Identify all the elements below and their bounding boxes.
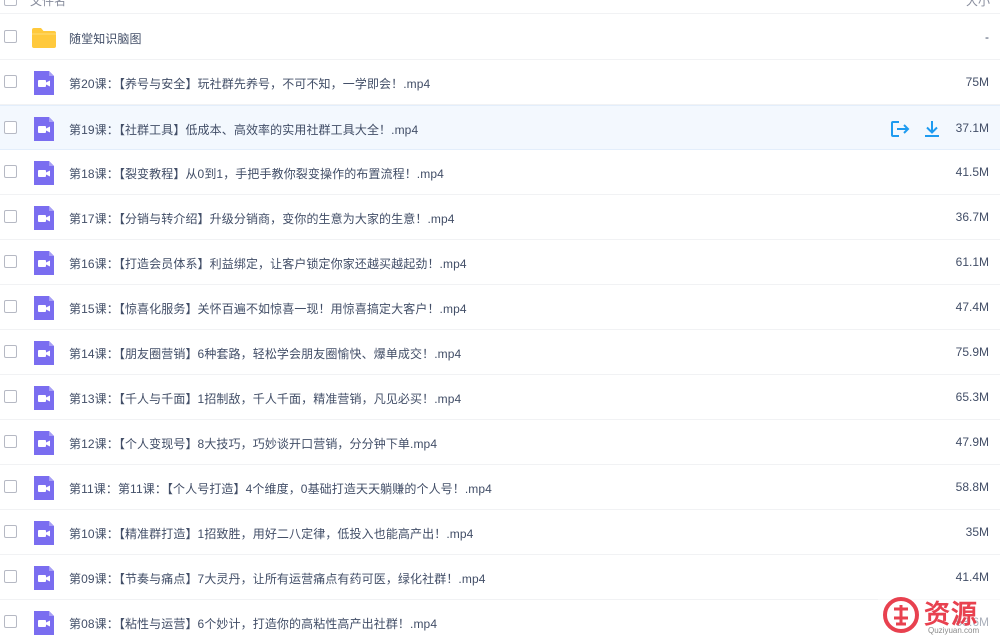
list-header: 文件名 大小: [0, 0, 1000, 14]
file-name[interactable]: 第16课：【打造会员体系】利益绑定，让客户锁定你家还越买越起劲！.mp4: [69, 255, 467, 272]
file-name[interactable]: 第15课：【惊喜化服务】关怀百遍不如惊喜一现！用惊喜搞定大客户！.mp4: [69, 300, 467, 317]
file-size: 65.3M: [955, 390, 989, 404]
video-file-icon: [34, 566, 54, 590]
file-list: 文件名 大小 随堂知识脑图 - 第20课：【养号与安全】玩社群先养号，不可不知，一…: [0, 0, 1000, 639]
file-size: 41.4M: [955, 570, 989, 584]
file-size: 47.9M: [955, 435, 989, 449]
row-checkbox[interactable]: [4, 570, 17, 583]
row-checkbox[interactable]: [4, 255, 17, 268]
row-checkbox[interactable]: [4, 75, 17, 88]
file-size: 35M: [965, 525, 989, 539]
row-checkbox[interactable]: [4, 615, 17, 628]
file-row[interactable]: 第18课：【裂变教程】从0到1，手把手教你裂变操作的布置流程！.mp4 41.5M: [0, 150, 1000, 195]
video-file-icon: [34, 341, 54, 365]
file-name[interactable]: 第08课：【粘性与运营】6个妙计，打造你的高粘性高产出社群！.mp4: [69, 615, 437, 632]
video-file-icon: [34, 386, 54, 410]
share-icon[interactable]: 分享: [889, 119, 911, 139]
file-name[interactable]: 第14课：【朋友圈营销】6种套路，轻松学会朋友圈愉快、爆单成交！.mp4: [69, 345, 461, 362]
file-name[interactable]: 第13课：【千人与千面】1招制敌，千人千面，精准营销，凡见必买！.mp4: [69, 390, 461, 407]
file-name[interactable]: 第11课：第11课：【个人号打造】4个维度，0基础打造天天躺赚的个人号！.mp4: [69, 480, 492, 497]
file-size: -: [985, 30, 989, 44]
file-name[interactable]: 第18课：【裂变教程】从0到1，手把手教你裂变操作的布置流程！.mp4: [69, 165, 444, 182]
video-file-icon: [34, 521, 54, 545]
file-row[interactable]: 第08课：【粘性与运营】6个妙计，打造你的高粘性高产出社群！.mp453.6M: [0, 600, 1000, 639]
name-column-header[interactable]: 文件名: [30, 0, 66, 9]
video-file-icon: [34, 251, 54, 275]
file-row[interactable]: 第17课：【分销与转介绍】升级分销商，变你的生意为大家的生意！.mp4 36.7M: [0, 195, 1000, 240]
row-checkbox[interactable]: [4, 30, 17, 43]
video-file-icon: [34, 476, 54, 500]
video-file-icon: [34, 206, 54, 230]
row-checkbox[interactable]: [4, 435, 17, 448]
row-checkbox[interactable]: [4, 480, 17, 493]
watermark-url: Quziyuan.com: [928, 626, 980, 635]
file-row[interactable]: 第14课：【朋友圈营销】6种套路，轻松学会朋友圈愉快、爆单成交！.mp4 75.9…: [0, 330, 1000, 375]
row-checkbox[interactable]: [4, 210, 17, 223]
file-row[interactable]: 第19课：【社群工具】低成本、高效率的实用社群工具大全！.mp4 分享 下载 3…: [0, 105, 1000, 150]
file-row[interactable]: 第16课：【打造会员体系】利益绑定，让客户锁定你家还越买越起劲！.mp4 61.1…: [0, 240, 1000, 285]
file-row[interactable]: 第20课：【养号与安全】玩社群先养号，不可不知，一学即会！.mp4 75M: [0, 60, 1000, 105]
file-name[interactable]: 随堂知识脑图: [69, 30, 142, 47]
file-row[interactable]: 第10课：【精准群打造】1招致胜，用好二八定律，低投入也能高产出！.mp4 35M: [0, 510, 1000, 555]
file-size: 75.9M: [955, 345, 989, 359]
file-name[interactable]: 第12课：【个人变现号】8大技巧，巧妙谈开口营销，分分钟下单.mp4: [69, 435, 437, 452]
row-checkbox[interactable]: [4, 300, 17, 313]
file-name[interactable]: 第09课：【节奏与痛点】7大灵丹，让所有运营痛点有药可医，绿化社群！.mp4: [69, 570, 486, 587]
video-file-icon: [34, 71, 54, 95]
video-file-icon: [34, 611, 54, 635]
video-file-icon: [34, 296, 54, 320]
file-row[interactable]: 第13课：【千人与千面】1招制敌，千人千面，精准营销，凡见必买！.mp4 65.3…: [0, 375, 1000, 420]
file-row[interactable]: 第11课：第11课：【个人号打造】4个维度，0基础打造天天躺赚的个人号！.mp4…: [0, 465, 1000, 510]
video-file-icon: [34, 117, 54, 141]
row-checkbox[interactable]: [4, 525, 17, 538]
file-size: 47.4M: [955, 300, 989, 314]
row-checkbox[interactable]: [4, 345, 17, 358]
row-checkbox[interactable]: [4, 390, 17, 403]
file-name[interactable]: 第17课：【分销与转介绍】升级分销商，变你的生意为大家的生意！.mp4: [69, 210, 455, 227]
file-row[interactable]: 第09课：【节奏与痛点】7大灵丹，让所有运营痛点有药可医，绿化社群！.mp4 41…: [0, 555, 1000, 600]
file-size: 37.1M: [955, 121, 989, 135]
file-size: 41.5M: [955, 165, 989, 179]
watermark-logo-icon: [883, 597, 919, 633]
folder-icon: [32, 28, 56, 48]
file-name[interactable]: 第20课：【养号与安全】玩社群先养号，不可不知，一学即会！.mp4: [69, 75, 430, 92]
file-name[interactable]: 第19课：【社群工具】低成本、高效率的实用社群工具大全！.mp4: [69, 121, 418, 138]
watermark: 资源 Quziyuan.com: [878, 594, 1000, 639]
size-column-header[interactable]: 大小: [966, 0, 990, 9]
file-size: 36.7M: [955, 210, 989, 224]
file-row[interactable]: 第12课：【个人变现号】8大技巧，巧妙谈开口营销，分分钟下单.mp4 47.9M: [0, 420, 1000, 465]
file-size: 61.1M: [955, 255, 989, 269]
file-row[interactable]: 随堂知识脑图 -: [0, 15, 1000, 60]
file-row[interactable]: 第15课：【惊喜化服务】关怀百遍不如惊喜一现！用惊喜搞定大客户！.mp4 47.4…: [0, 285, 1000, 330]
file-size: 75M: [965, 75, 989, 89]
download-icon[interactable]: 下载: [922, 119, 942, 139]
row-checkbox[interactable]: [4, 165, 17, 178]
video-file-icon: [34, 161, 54, 185]
file-size: 58.8M: [955, 480, 989, 494]
video-file-icon: [34, 431, 54, 455]
row-checkbox[interactable]: [4, 121, 17, 134]
file-name[interactable]: 第10课：【精准群打造】1招致胜，用好二八定律，低投入也能高产出！.mp4: [69, 525, 473, 542]
select-all-checkbox[interactable]: [4, 0, 17, 6]
